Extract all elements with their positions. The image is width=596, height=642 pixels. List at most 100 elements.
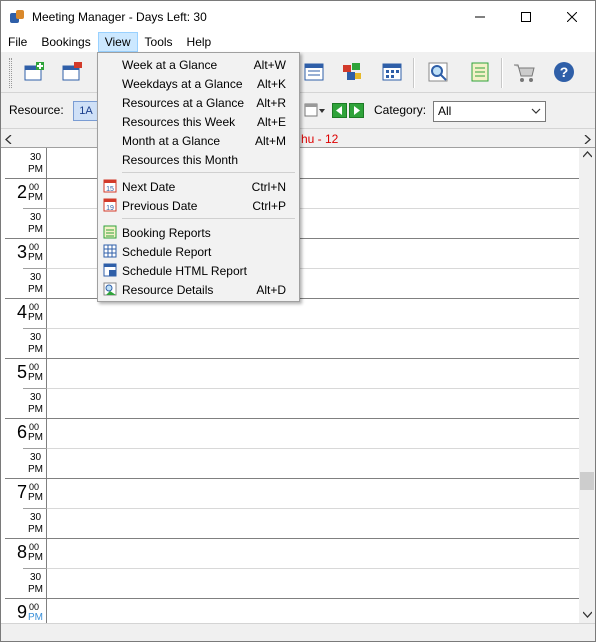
arrow-right-icon [354, 106, 360, 115]
calendar-19-icon: 19 [103, 198, 117, 212]
menu-item-weekdays-at-a-glance[interactable]: Weekdays at a Glance Alt+K [98, 74, 299, 93]
hour-label: 6 [17, 422, 28, 442]
previous-date-button[interactable] [332, 103, 347, 118]
day-header: hu - 12 [301, 132, 339, 146]
menu-item-resources-this-week[interactable]: Resources this Week Alt+E [98, 112, 299, 131]
report-icon [103, 225, 117, 239]
next-date-button[interactable] [349, 103, 364, 118]
title-bar[interactable]: Meeting Manager - Days Left: 30 [1, 1, 595, 32]
hour-label: 3 [17, 242, 28, 262]
close-button[interactable] [549, 1, 595, 32]
calendar-15-icon: 15 [103, 179, 117, 193]
cart-icon [514, 64, 535, 82]
calendar-icon [304, 63, 324, 81]
maximize-icon [521, 11, 531, 22]
report-button[interactable] [467, 59, 493, 85]
ampm-label: PM [28, 312, 43, 323]
category-value: All [438, 104, 452, 118]
close-icon [567, 11, 577, 22]
menu-item-previous-date[interactable]: 19 Previous Date Ctrl+P [98, 196, 299, 215]
menu-item-week-at-a-glance[interactable]: Week at a Glance Alt+W [98, 55, 299, 74]
menu-file[interactable]: File [1, 32, 34, 52]
minute-label: 00 [29, 542, 40, 552]
order-button[interactable] [511, 59, 537, 85]
menu-item-resources-this-month[interactable]: Resources this Month [98, 150, 299, 169]
scroll-down-icon[interactable] [583, 611, 592, 618]
hour-label: 2 [17, 182, 28, 202]
menu-tools[interactable]: Tools [138, 32, 180, 52]
app-icon [9, 9, 25, 25]
scroll-up-icon[interactable] [583, 151, 592, 158]
minimize-button[interactable] [457, 1, 503, 32]
ampm-label: PM [28, 344, 43, 355]
menu-item-schedule-html-report[interactable]: Schedule HTML Report [98, 261, 299, 280]
ampm-label: PM [28, 284, 43, 295]
help-icon: ? [554, 62, 574, 82]
chevron-down-icon [531, 108, 541, 114]
scroll-right-icon[interactable] [583, 135, 591, 144]
ampm-label: PM [28, 372, 43, 383]
half-hour-label: 30 [30, 152, 42, 163]
arrow-left-icon [336, 106, 342, 115]
report-icon [471, 62, 489, 82]
status-bar [1, 623, 595, 641]
date-picker-button[interactable] [304, 102, 326, 120]
week-view-button[interactable] [301, 59, 327, 85]
ampm-label: PM [28, 404, 43, 415]
toolbar-grip[interactable] [9, 58, 12, 88]
ampm-label: PM [28, 224, 43, 235]
resource-label: Resource: [9, 103, 64, 117]
half-hour-label: 30 [30, 572, 42, 583]
minute-label: 00 [29, 362, 40, 372]
resources-icon [343, 63, 361, 80]
menu-item-next-date[interactable]: 15 Next Date Ctrl+N [98, 177, 299, 196]
window-title: Meeting Manager - Days Left: 30 [32, 9, 207, 24]
menu-item-schedule-report[interactable]: Schedule Report [98, 242, 299, 261]
menu-bookings[interactable]: Bookings [34, 32, 97, 52]
category-select[interactable]: All [433, 101, 546, 122]
ampm-label: PM [28, 192, 43, 203]
resource-selector[interactable]: 1A [73, 101, 99, 121]
grid-icon [103, 244, 117, 258]
scroll-left-icon[interactable] [5, 135, 13, 144]
half-hour-label: 30 [30, 272, 42, 283]
minute-label: 00 [29, 422, 40, 432]
help-button[interactable]: ? [551, 59, 577, 85]
menu-item-resource-details[interactable]: Resource Details Alt+D [98, 280, 299, 299]
menu-view[interactable]: View [97, 32, 138, 52]
new-booking-button[interactable] [21, 59, 47, 85]
half-hour-label: 30 [30, 212, 42, 223]
hour-label: 7 [17, 482, 28, 502]
minimize-icon [475, 16, 485, 17]
ampm-label: PM [28, 432, 43, 443]
menu-help[interactable]: Help [180, 32, 219, 52]
svg-text:?: ? [560, 64, 569, 80]
calendar-month-icon [382, 63, 402, 81]
hour-label: 5 [17, 362, 28, 382]
menu-item-resources-at-a-glance[interactable]: Resources at a Glance Alt+R [98, 93, 299, 112]
view-menu-dropdown: Week at a Glance Alt+W Weekdays at a Glan… [97, 52, 300, 302]
resources-button[interactable] [339, 59, 365, 85]
scrollbar-thumb[interactable] [580, 472, 594, 490]
half-hour-label: 30 [30, 512, 42, 523]
ampm-label: PM [28, 464, 43, 475]
ampm-label: PM [28, 612, 43, 623]
calendar-add-icon [24, 62, 44, 81]
svg-text:19: 19 [106, 205, 114, 212]
search-button[interactable] [425, 59, 451, 85]
menu-bar: File Bookings View Tools Help [1, 32, 595, 52]
maximize-button[interactable] [503, 1, 549, 32]
menu-separator [122, 218, 295, 219]
hour-label: 4 [17, 302, 28, 322]
month-view-button[interactable] [379, 59, 405, 85]
delete-booking-button[interactable] [59, 59, 85, 85]
menu-item-booking-reports[interactable]: Booking Reports [98, 223, 299, 242]
toolbar-separator [501, 58, 503, 88]
menu-item-month-at-a-glance[interactable]: Month at a Glance Alt+M [98, 131, 299, 150]
menu-separator [122, 172, 295, 173]
html-report-icon [103, 263, 117, 277]
ampm-label: PM [28, 584, 43, 595]
vertical-scrollbar[interactable] [579, 148, 595, 623]
ampm-label: PM [28, 164, 43, 175]
minute-label: 00 [29, 182, 40, 192]
